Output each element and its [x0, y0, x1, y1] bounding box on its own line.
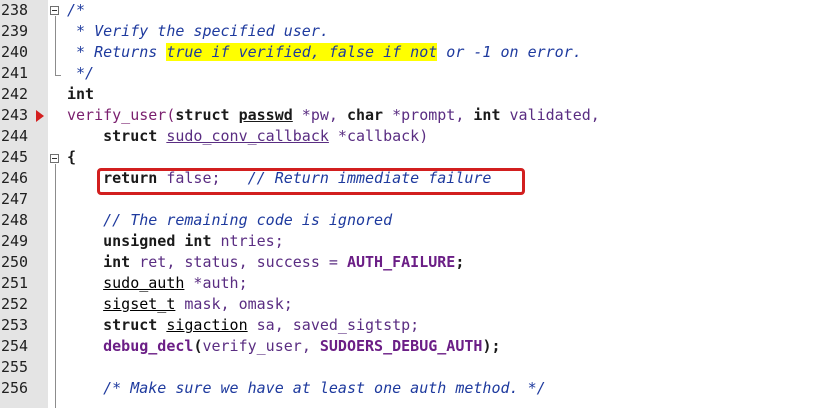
identifier: *prompt,	[383, 106, 474, 124]
line-number: 240	[1, 43, 29, 61]
fold-toggle-icon[interactable]	[50, 154, 59, 163]
comment: */	[67, 64, 95, 82]
code-line-242: int	[67, 84, 94, 105]
line-number: 250	[1, 253, 29, 271]
keyword: struct	[175, 106, 230, 124]
identifier: mask, omask;	[175, 295, 293, 313]
function-name: verify_user(	[67, 106, 176, 124]
comment: * Returns	[67, 43, 167, 61]
code-line-241: */	[67, 63, 94, 84]
code-line-252: sigset_t mask, omask;	[67, 294, 293, 315]
line-number: 241	[1, 64, 29, 82]
code-line-251: sudo_auth *auth;	[67, 273, 248, 294]
code-line-240: * Returns true if verified, false if not…	[67, 42, 582, 63]
line-number: 246	[1, 169, 29, 187]
code-line-244: struct sudo_conv_callback *callback)	[67, 126, 428, 147]
line-number: 251	[1, 274, 29, 292]
comment: or -1 on error.	[437, 43, 582, 61]
fold-guide	[55, 16, 56, 75]
type-name: passwd	[238, 106, 293, 124]
keyword: char	[346, 106, 384, 124]
brace: {	[67, 148, 77, 166]
line-number: 244	[1, 127, 29, 145]
line-number: 238	[1, 1, 29, 19]
keyword: int	[67, 85, 95, 103]
keyword: int	[473, 106, 501, 124]
code-line-253: struct sigaction sa, saved_sigtstp;	[67, 315, 419, 336]
fold-guide	[55, 164, 56, 408]
code-line-243: verify_user(struct passwd *pw, char *pro…	[67, 105, 600, 126]
identifier: ntries;	[211, 232, 284, 250]
type-name: sigaction	[166, 316, 248, 334]
current-line-arrow-icon[interactable]	[36, 110, 44, 122]
type-name: sudo_conv_callback	[166, 127, 329, 145]
code-line-238: /*	[67, 0, 85, 21]
identifier: ret, status, success =	[130, 253, 347, 271]
keyword: struct	[103, 127, 158, 145]
punctuation: ,	[301, 337, 320, 355]
type-name: sudo_auth	[103, 274, 185, 292]
identifier: verify_user	[202, 337, 302, 355]
line-number: 239	[1, 22, 29, 40]
fold-end-marker	[55, 75, 61, 76]
identifier: *callback)	[328, 127, 429, 145]
annotation-highlight-box	[97, 168, 525, 195]
keyword: unsigned int	[103, 232, 212, 250]
line-number: 243	[1, 106, 29, 124]
code-line-249: unsigned int ntries;	[67, 231, 284, 252]
line-number: 247	[1, 190, 29, 208]
identifier: *pw,	[292, 106, 347, 124]
constant: SUDOERS_DEBUG_AUTH	[319, 337, 483, 355]
highlighted-text: true if verified, false if not	[166, 43, 438, 61]
code-line-248: // The remaining code is ignored	[67, 210, 392, 231]
fold-toggle-icon[interactable]	[50, 6, 59, 15]
line-number: 254	[1, 337, 29, 355]
punctuation: );	[482, 337, 501, 355]
code-line-245: {	[67, 147, 76, 168]
type-name: sigset_t	[103, 295, 176, 313]
line-number: 249	[1, 232, 29, 250]
line-number: 252	[1, 295, 29, 313]
constant: AUTH_FAILURE	[346, 253, 456, 271]
line-number: 242	[1, 85, 29, 103]
comment: // The remaining code is ignored	[103, 211, 393, 229]
line-number: 253	[1, 316, 29, 334]
punctuation: ;	[455, 253, 465, 271]
code-line-239: * Verify the specified user.	[67, 21, 329, 42]
identifier: *auth;	[184, 274, 248, 292]
code-line-254: debug_decl(verify_user, SUDOERS_DEBUG_AU…	[67, 336, 501, 357]
comment: /*	[67, 1, 86, 19]
identifier: validated,	[500, 106, 600, 124]
line-number: 256	[1, 379, 29, 397]
line-number: 248	[1, 211, 29, 229]
code-line-256: /* Make sure we have at least one auth m…	[67, 378, 546, 399]
keyword: struct	[103, 316, 158, 334]
code-line-250: int ret, status, success = AUTH_FAILURE;	[67, 252, 464, 273]
line-number: 245	[1, 148, 29, 166]
keyword: int	[103, 253, 131, 271]
identifier: sa, saved_sigtstp;	[247, 316, 420, 334]
line-number: 255	[1, 358, 29, 376]
macro-name: debug_decl	[103, 337, 194, 355]
comment: /* Make sure we have at least one auth m…	[103, 379, 546, 397]
comment: * Verify the specified user.	[67, 22, 329, 40]
